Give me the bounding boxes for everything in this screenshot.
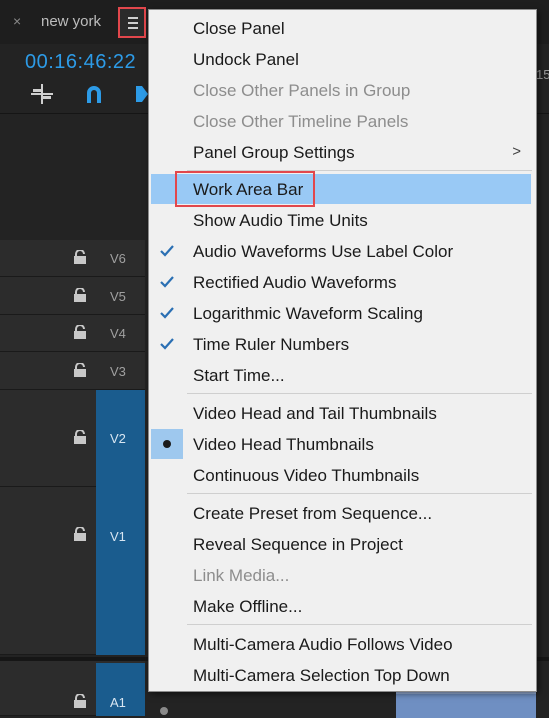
track-header-v3[interactable]: V3	[0, 352, 145, 390]
track-header-v5[interactable]: V5	[0, 277, 145, 315]
menu-item-multicam-audio-follows-video[interactable]: Multi-Camera Audio Follows Video	[151, 629, 531, 659]
menu-item-start-time[interactable]: Start Time...	[151, 360, 531, 390]
menu-item-link-media: Link Media...	[151, 560, 531, 590]
lock-icon[interactable]	[74, 527, 86, 541]
menu-item-label: Time Ruler Numbers	[193, 335, 350, 354]
menu-item-label: Start Time...	[193, 366, 285, 385]
lock-icon[interactable]	[74, 694, 86, 708]
menu-item-panel-group-settings[interactable]: Panel Group Settings >	[151, 137, 531, 167]
checkmark-icon	[151, 329, 183, 359]
snap-icon[interactable]	[31, 84, 53, 109]
lock-icon[interactable]	[74, 325, 86, 339]
menu-item-audio-waveforms-label-color[interactable]: Audio Waveforms Use Label Color	[151, 236, 531, 266]
menu-item-multicam-selection-top-down[interactable]: Multi-Camera Selection Top Down	[151, 660, 531, 690]
annotation-highlight-box	[175, 171, 315, 207]
menu-item-continuous-video-thumbnails[interactable]: Continuous Video Thumbnails	[151, 460, 531, 490]
menu-item-label: Close Other Timeline Panels	[193, 112, 409, 131]
tab-title[interactable]: new york	[41, 13, 101, 30]
menu-item-undock-panel[interactable]: Undock Panel	[151, 44, 531, 74]
menu-item-label: Rectified Audio Waveforms	[193, 273, 397, 292]
tab-close-icon[interactable]: ×	[13, 13, 21, 29]
menu-item-label: Video Head and Tail Thumbnails	[193, 404, 437, 423]
track-name: V5	[110, 289, 126, 304]
lock-icon[interactable]	[74, 430, 86, 444]
linked-selection-icon[interactable]	[84, 84, 104, 109]
menu-item-time-ruler-numbers[interactable]: Time Ruler Numbers	[151, 329, 531, 359]
menu-item-close-other-panels: Close Other Panels in Group	[151, 75, 531, 105]
submenu-arrow-icon: >	[512, 143, 521, 160]
menu-item-label: Close Other Panels in Group	[193, 81, 411, 100]
track-name: V6	[110, 251, 126, 266]
checkmark-icon	[151, 236, 183, 266]
track-name: V2	[110, 431, 126, 446]
track-name: A1	[110, 695, 126, 710]
track-name: V4	[110, 326, 126, 341]
menu-item-video-head-tail-thumbnails[interactable]: Video Head and Tail Thumbnails	[151, 398, 531, 428]
menu-item-label: Multi-Camera Audio Follows Video	[193, 635, 453, 654]
menu-separator	[187, 393, 532, 394]
menu-item-make-offline[interactable]: Make Offline...	[151, 591, 531, 621]
track-name: V1	[110, 529, 126, 544]
menu-item-show-audio-time-units[interactable]: Show Audio Time Units	[151, 205, 531, 235]
menu-item-label: Make Offline...	[193, 597, 303, 616]
menu-item-rectified-audio-waveforms[interactable]: Rectified Audio Waveforms	[151, 267, 531, 297]
menu-item-label: Audio Waveforms Use Label Color	[193, 242, 454, 261]
menu-item-close-panel[interactable]: Close Panel	[151, 13, 531, 43]
menu-item-label: Multi-Camera Selection Top Down	[193, 666, 450, 685]
menu-item-video-head-thumbnails[interactable]: Video Head Thumbnails	[151, 429, 531, 459]
lock-icon[interactable]	[74, 250, 86, 264]
menu-item-create-preset[interactable]: Create Preset from Sequence...	[151, 498, 531, 528]
track-header-a1[interactable]: A1	[0, 661, 145, 716]
scroll-handle[interactable]	[160, 707, 168, 715]
radio-dot-icon	[151, 429, 183, 459]
menu-item-label: Create Preset from Sequence...	[193, 504, 433, 523]
track-header-v2[interactable]: V2	[0, 390, 145, 487]
menu-item-logarithmic-waveform-scaling[interactable]: Logarithmic Waveform Scaling	[151, 298, 531, 328]
add-marker-icon[interactable]	[136, 84, 148, 109]
track-header-v6[interactable]: V6	[0, 240, 145, 277]
track-header-v4[interactable]: V4	[0, 315, 145, 352]
ruler-number: 15	[536, 67, 549, 82]
lock-icon[interactable]	[74, 288, 86, 302]
menu-item-close-other-timelines: Close Other Timeline Panels	[151, 106, 531, 136]
menu-item-label: Panel Group Settings	[193, 143, 355, 162]
checkmark-icon	[151, 298, 183, 328]
menu-item-label: Continuous Video Thumbnails	[193, 466, 420, 485]
track-target-v1[interactable]	[96, 487, 145, 655]
menu-separator	[187, 624, 532, 625]
menu-item-label: Video Head Thumbnails	[193, 435, 374, 454]
menu-separator	[187, 493, 532, 494]
playhead-timecode[interactable]: 00:16:46:22	[25, 51, 136, 74]
panel-context-menu: Close Panel Undock Panel Close Other Pan…	[148, 9, 537, 692]
track-name: V3	[110, 364, 126, 379]
menu-item-label: Logarithmic Waveform Scaling	[193, 304, 423, 323]
track-header-v1[interactable]: V1	[0, 487, 145, 655]
menu-item-label: Close Panel	[193, 19, 285, 38]
checkmark-icon	[151, 267, 183, 297]
panel-menu-button[interactable]	[118, 7, 146, 38]
menu-item-label: Link Media...	[193, 566, 290, 585]
menu-item-label: Reveal Sequence in Project	[193, 535, 403, 554]
menu-item-label: Undock Panel	[193, 50, 299, 69]
menu-item-reveal-sequence[interactable]: Reveal Sequence in Project	[151, 529, 531, 559]
lock-icon[interactable]	[74, 363, 86, 377]
audio-clip[interactable]	[396, 692, 536, 718]
menu-item-label: Show Audio Time Units	[193, 211, 368, 230]
